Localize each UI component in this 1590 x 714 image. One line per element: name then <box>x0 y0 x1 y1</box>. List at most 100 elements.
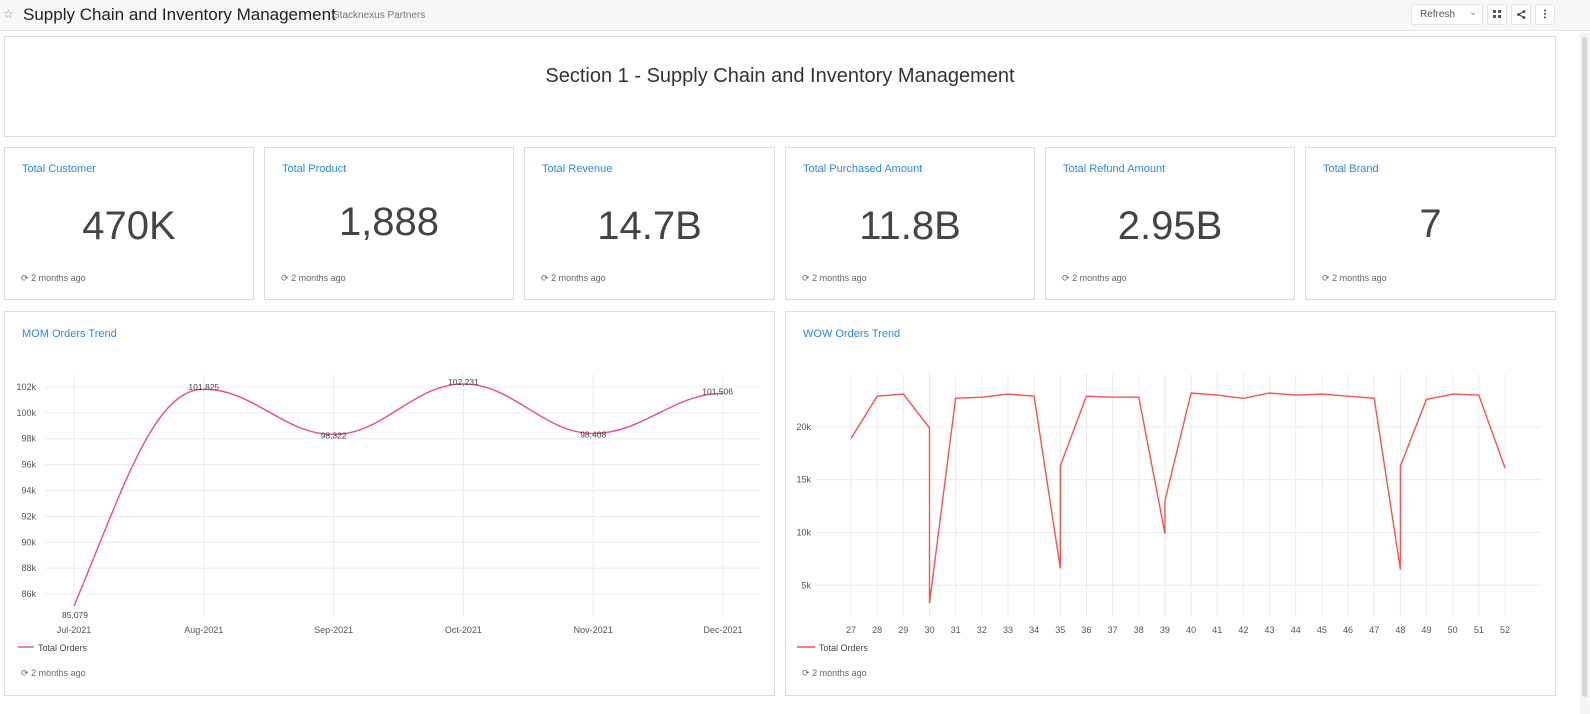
mom-orders-chart[interactable]: 86k 88k 90k 92k 94k 96k 98k 100k 102k Jul-2021 Aug… <box>5 312 774 695</box>
x-tick-label: 35 <box>1055 625 1065 635</box>
x-tick-label: Sep-2021 <box>314 625 353 635</box>
share-icon <box>1516 9 1525 19</box>
last-updated-text: 2 months ago <box>551 273 606 283</box>
last-updated: ⟳ 2 months ago <box>21 273 86 284</box>
fullscreen-icon <box>1493 10 1501 19</box>
x-tick-label: 31 <box>951 625 961 635</box>
x-tick-label: 52 <box>1500 625 1510 635</box>
dashboard-header: ☆ Supply Chain and Inventory Management … <box>0 0 1590 31</box>
y-tick-label: 90k <box>21 537 36 547</box>
more-options-button[interactable] <box>1535 4 1555 25</box>
x-tick-label: Dec-2021 <box>703 625 742 635</box>
kpi-card-total-brand: Total Brand 7 ⟳ 2 months ago <box>1305 147 1556 300</box>
x-tick-label: 45 <box>1317 625 1327 635</box>
legend-label: Total Orders <box>819 643 869 653</box>
last-updated-text: 2 months ago <box>31 668 86 678</box>
wow-orders-chart[interactable]: 5k 10k 15k 20k 27 28 29 30 31 32 33 34 35 36 37 38 39 40 4… <box>786 312 1555 695</box>
kpi-value: 2.95B <box>1117 204 1223 248</box>
y-tick-label: 15k <box>796 475 811 485</box>
kpi-card-total-customer: Total Customer 470K ⟳ 2 months ago <box>4 147 254 300</box>
kpi-title[interactable]: Total Refund Amount <box>1063 163 1165 175</box>
section-title: Section 1 - Supply Chain and Inventory M… <box>545 65 1015 87</box>
last-updated: ⟳ 2 months ago <box>281 273 346 284</box>
last-updated: ⟳ 2 months ago <box>1062 273 1127 284</box>
x-tick-label: 36 <box>1081 625 1091 635</box>
refresh-small-icon: ⟳ <box>281 273 289 283</box>
refresh-small-icon: ⟳ <box>1322 273 1330 283</box>
x-tick-label: 27 <box>846 625 856 635</box>
last-updated-text: 2 months ago <box>812 273 867 283</box>
kpi-value: 11.8B <box>859 204 961 248</box>
kpi-title[interactable]: Total Product <box>282 163 346 175</box>
x-tick-label: Aug-2021 <box>184 625 223 635</box>
star-icon[interactable]: ☆ <box>3 7 14 21</box>
x-tick-label: 43 <box>1265 625 1275 635</box>
data-label: 98,322 <box>321 431 347 441</box>
last-updated: ⟳ 2 months ago <box>802 273 867 284</box>
x-tick-label: 44 <box>1291 625 1301 635</box>
y-tick-label: 100k <box>16 408 36 418</box>
kpi-value: 7 <box>1419 202 1442 246</box>
x-tick-label: Jul-2021 <box>57 625 92 635</box>
x-tick-label: 39 <box>1160 625 1170 635</box>
share-button[interactable] <box>1511 4 1531 25</box>
last-updated-text: 2 months ago <box>291 273 346 283</box>
y-tick-label: 10k <box>796 527 811 537</box>
y-tick-label: 102k <box>16 382 36 392</box>
y-tick-label: 96k <box>21 460 36 470</box>
refresh-small-icon: ⟳ <box>802 668 810 678</box>
y-tick-label: 88k <box>21 563 36 573</box>
x-tick-label: 40 <box>1186 625 1196 635</box>
kpi-value: 1,888 <box>338 200 440 244</box>
y-tick-label: 98k <box>21 434 36 444</box>
x-tick-label: 30 <box>924 625 934 635</box>
refresh-button[interactable]: Refresh ⌄ <box>1411 4 1483 25</box>
x-tick-label: 42 <box>1238 625 1248 635</box>
x-tick-label: 51 <box>1474 625 1484 635</box>
x-tick-label: 50 <box>1448 625 1458 635</box>
page-scrollbar[interactable] <box>1580 33 1590 714</box>
x-tick-label: 38 <box>1134 625 1144 635</box>
series-line-total-orders <box>850 392 1506 604</box>
y-tick-label: 92k <box>21 511 36 521</box>
more-vertical-icon <box>1544 9 1546 19</box>
y-tick-label: 5k <box>801 580 811 590</box>
x-tick-label: 37 <box>1108 625 1118 635</box>
refresh-small-icon: ⟳ <box>1062 273 1070 283</box>
x-tick-label: 29 <box>898 625 908 635</box>
y-tick-label: 20k <box>796 422 811 432</box>
x-tick-label: Oct-2021 <box>445 625 482 635</box>
refresh-small-icon: ⟳ <box>541 273 549 283</box>
x-tick-label: 41 <box>1212 625 1222 635</box>
x-tick-label: 48 <box>1395 625 1405 635</box>
x-tick-label: Nov-2021 <box>574 625 613 635</box>
kpi-value: 14.7B <box>597 204 702 248</box>
data-label: 101,506 <box>702 386 733 396</box>
organization-name: Stacknexus Partners <box>333 10 426 21</box>
series-line-total-orders <box>73 383 724 607</box>
y-tick-label: 94k <box>21 486 36 496</box>
kpi-title[interactable]: Total Revenue <box>542 163 612 175</box>
legend-label: Total Orders <box>38 643 88 653</box>
scrollbar-thumb[interactable] <box>1582 37 1587 697</box>
dashboard-title: Supply Chain and Inventory Management <box>23 5 336 24</box>
x-tick-label: 34 <box>1029 625 1039 635</box>
kpi-card-total-purchased-amount: Total Purchased Amount 11.8B ⟳ 2 months … <box>785 147 1035 300</box>
data-label: 98,408 <box>580 429 606 439</box>
fullscreen-button[interactable] <box>1487 4 1507 25</box>
last-updated-text: 2 months ago <box>812 668 867 678</box>
data-label: 102,231 <box>448 377 479 387</box>
last-updated-text: 2 months ago <box>31 273 86 283</box>
kpi-title[interactable]: Total Brand <box>1323 163 1379 175</box>
kpi-title[interactable]: Total Purchased Amount <box>803 163 922 175</box>
y-tick-label: 86k <box>21 589 36 599</box>
refresh-label: Refresh <box>1420 9 1456 20</box>
x-tick-label: 46 <box>1343 625 1353 635</box>
chevron-down-icon[interactable]: ⌄ <box>1469 7 1477 18</box>
last-updated-text: 2 months ago <box>1332 273 1387 283</box>
x-tick-label: 33 <box>1003 625 1013 635</box>
data-label: 101,825 <box>188 382 219 392</box>
last-updated: ⟳ 2 months ago <box>1322 273 1387 284</box>
kpi-value: 470K <box>82 204 176 248</box>
kpi-title[interactable]: Total Customer <box>22 163 96 175</box>
